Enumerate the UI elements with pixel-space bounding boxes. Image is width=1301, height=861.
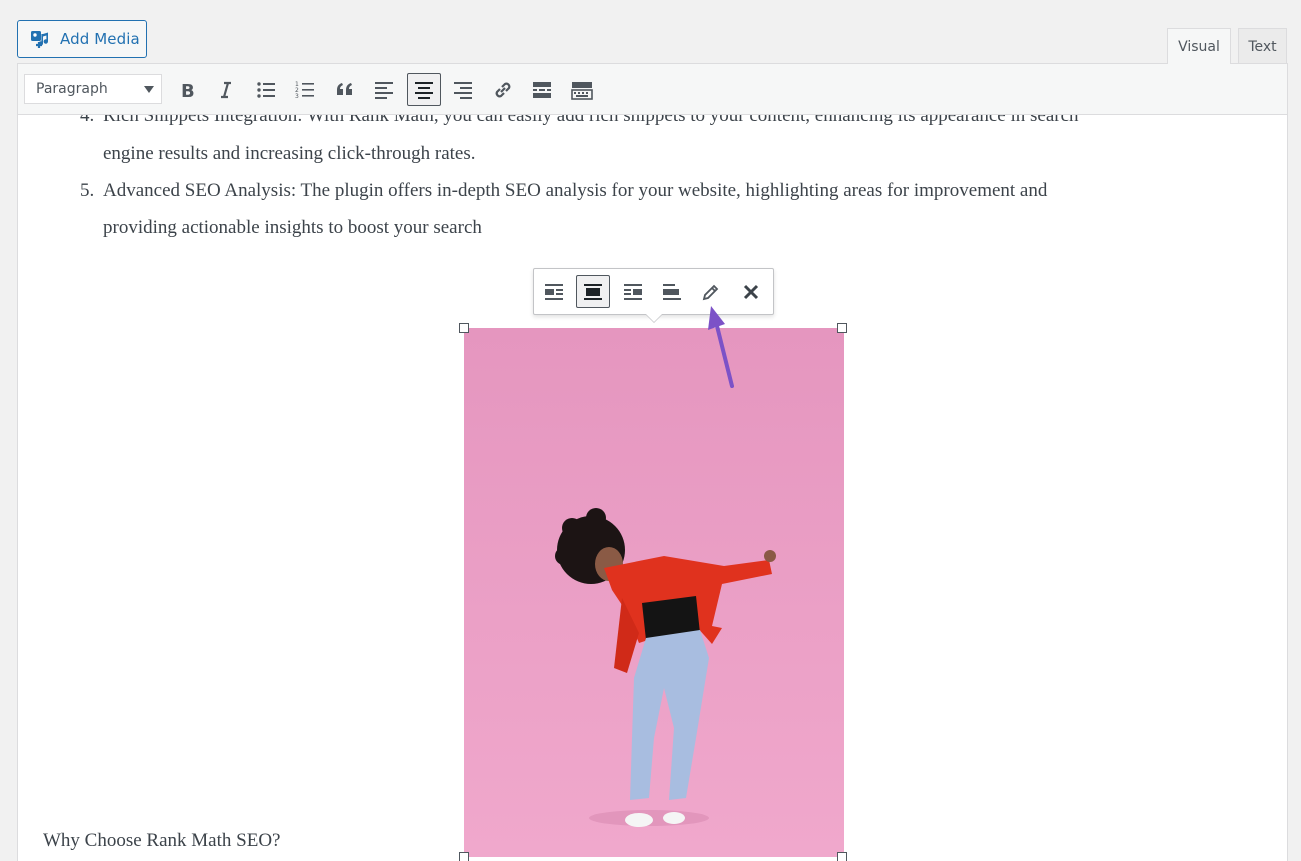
image-align-center-icon: [584, 283, 602, 300]
quote-icon: [337, 82, 352, 95]
toolbar-toggle-button[interactable]: [565, 73, 599, 106]
image-align-right-button[interactable]: [616, 275, 650, 308]
editor-toolbar: Paragraph B 123: [18, 64, 1287, 115]
italic-icon: [221, 81, 231, 98]
image-no-align-icon: [663, 283, 681, 300]
add-media-button[interactable]: Add Media: [17, 20, 147, 58]
resize-handle-bottom-right[interactable]: [837, 852, 847, 861]
image-align-left-button[interactable]: [537, 275, 571, 308]
read-more-icon: [533, 81, 551, 98]
pencil-icon: [702, 284, 719, 300]
resize-handle-bottom-left[interactable]: [459, 852, 469, 861]
list-number-5: 5.: [80, 180, 95, 201]
resize-handle-top-right[interactable]: [837, 323, 847, 333]
bold-icon: B: [181, 81, 195, 101]
read-more-button[interactable]: [525, 73, 559, 106]
editor-content[interactable]: 4. Rich Snippets Integration: With Rank …: [18, 105, 1287, 861]
bold-button[interactable]: B: [170, 73, 204, 106]
insert-link-button[interactable]: [486, 73, 520, 106]
align-right-button[interactable]: [446, 73, 480, 106]
align-right-icon: [454, 81, 472, 99]
align-left-button[interactable]: [367, 73, 401, 106]
list-item-5-line-1: Advanced SEO Analysis: The plugin offers…: [103, 180, 1048, 201]
align-center-button[interactable]: [407, 73, 441, 106]
numbered-list-icon: 123: [295, 81, 314, 100]
editor-area: Paragraph B 123 4. Rich Snippets Integra…: [17, 63, 1288, 861]
list-item-4-line-2: engine results and increasing click-thro…: [103, 143, 476, 164]
image-align-right-icon: [624, 283, 642, 300]
dancing-woman-photo: [464, 328, 844, 857]
link-icon: [495, 82, 511, 97]
svg-text:B: B: [181, 81, 195, 101]
bulleted-list-icon: [257, 81, 275, 98]
add-media-icon: [29, 27, 53, 51]
italic-button[interactable]: [209, 73, 243, 106]
image-align-center-button[interactable]: [576, 275, 610, 308]
image-align-left-icon: [545, 283, 563, 300]
image-edit-button[interactable]: [694, 275, 728, 308]
chevron-down-icon: [144, 86, 154, 93]
format-select-value: Paragraph: [36, 81, 108, 97]
paragraph-format-select[interactable]: Paragraph: [24, 74, 162, 104]
close-icon: [743, 284, 759, 299]
tab-text[interactable]: Text: [1238, 28, 1287, 64]
image-toolbar: [533, 268, 774, 323]
align-left-icon: [375, 81, 393, 99]
heading-why-choose: Why Choose Rank Math SEO?: [43, 830, 281, 851]
toolbar-pointer-inner: [646, 314, 662, 322]
svg-text:3: 3: [295, 93, 299, 100]
bulleted-list-button[interactable]: [249, 73, 283, 106]
selected-image[interactable]: [464, 328, 844, 857]
numbered-list-button[interactable]: 123: [288, 73, 322, 106]
align-center-icon: [415, 81, 433, 99]
tab-visual[interactable]: Visual: [1167, 28, 1231, 65]
image-remove-button[interactable]: [734, 275, 768, 308]
resize-handle-top-left[interactable]: [459, 323, 469, 333]
blockquote-button[interactable]: [328, 73, 362, 106]
image-no-alignment-button[interactable]: [655, 275, 689, 308]
keyboard-icon: [571, 81, 593, 100]
add-media-label: Add Media: [60, 30, 140, 48]
list-item-5-line-2: providing actionable insights to boost y…: [103, 217, 482, 238]
